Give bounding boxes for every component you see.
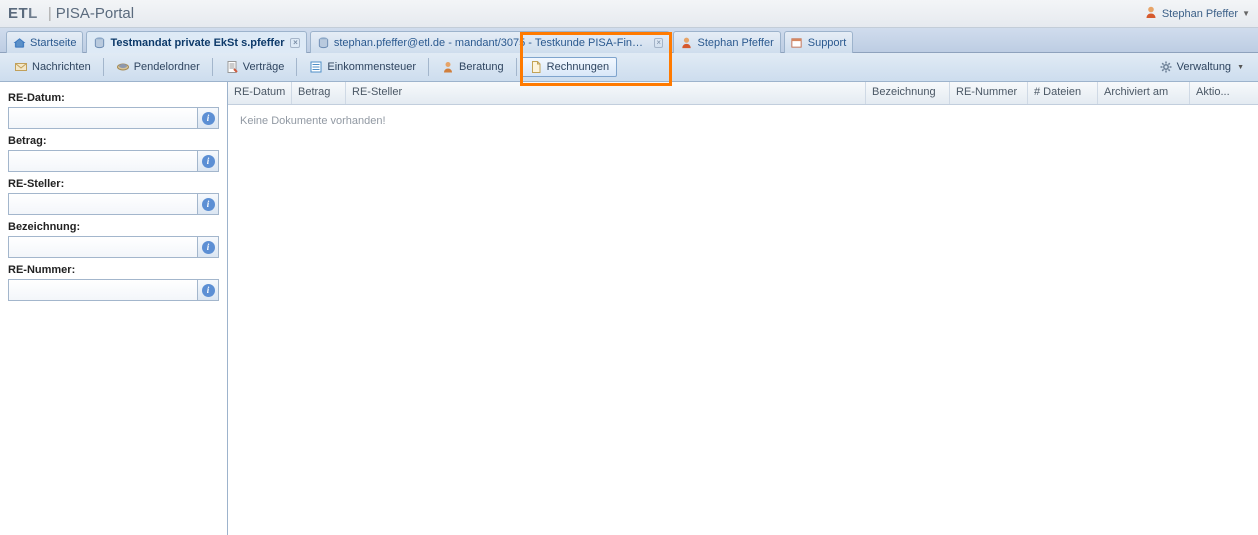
tab-label: Stephan Pfeffer [697, 37, 773, 49]
toolbar-separator [428, 58, 429, 76]
toolbar-rechnungen[interactable]: Rechnungen [521, 57, 617, 77]
content-area: RE-Datum Betrag RE-Steller Bezeichnung R… [228, 82, 1258, 535]
close-icon[interactable]: × [290, 38, 300, 48]
toolbar-verwaltung[interactable]: Verwaltung ▼ [1151, 57, 1252, 77]
info-button[interactable]: i [197, 150, 219, 172]
user-name: Stephan Pfeffer [1162, 8, 1238, 20]
info-icon: i [202, 112, 215, 125]
folder-icon [116, 60, 130, 74]
close-icon[interactable]: × [654, 38, 664, 48]
re-steller-input[interactable] [8, 193, 197, 215]
info-button[interactable]: i [197, 236, 219, 258]
toolbar-separator [212, 58, 213, 76]
user-icon [1144, 5, 1158, 22]
toolbar-pendelordner[interactable]: Pendelordner [108, 57, 208, 77]
toolbar-separator [296, 58, 297, 76]
field-label-bezeichnung: Bezeichnung: [8, 221, 219, 233]
chevron-down-icon: ▼ [1237, 64, 1244, 71]
tab-label: Support [808, 37, 847, 49]
col-betrag[interactable]: Betrag [292, 82, 346, 104]
info-icon: i [202, 284, 215, 297]
col-bezeichnung[interactable]: Bezeichnung [866, 82, 950, 104]
toolbar-separator [516, 58, 517, 76]
info-button[interactable]: i [197, 107, 219, 129]
header: ETL | PISA-Portal Stephan Pfeffer ▼ [0, 0, 1258, 28]
logo-prefix: ET [8, 5, 28, 22]
toolbar: Nachrichten Pendelordner Verträge Einkom… [0, 53, 1258, 82]
file-icon [529, 60, 543, 74]
list-icon [309, 60, 323, 74]
tab-startseite[interactable]: Startseite [6, 31, 83, 53]
info-button[interactable]: i [197, 193, 219, 215]
field-label-re-nummer: RE-Nummer: [8, 264, 219, 276]
tab-support[interactable]: Support [784, 31, 854, 53]
tab-user[interactable]: Stephan Pfeffer [673, 31, 780, 53]
col-re-datum[interactable]: RE-Datum [228, 82, 292, 104]
gear-icon [1159, 60, 1173, 74]
database-icon [92, 36, 106, 50]
col-re-steller[interactable]: RE-Steller [346, 82, 866, 104]
document-icon [225, 60, 239, 74]
field-label-re-steller: RE-Steller: [8, 178, 219, 190]
tab-testmandat[interactable]: Testmandat private EkSt s.pfeffer × [86, 31, 307, 53]
info-icon: i [202, 155, 215, 168]
info-icon: i [202, 241, 215, 254]
home-icon [12, 36, 26, 50]
info-button[interactable]: i [197, 279, 219, 301]
col-dateien[interactable]: # Dateien [1028, 82, 1098, 104]
mail-icon [14, 60, 28, 74]
re-datum-input[interactable] [8, 107, 197, 129]
user-menu[interactable]: Stephan Pfeffer ▼ [1144, 5, 1250, 22]
grid-header: RE-Datum Betrag RE-Steller Bezeichnung R… [228, 82, 1258, 105]
col-archiviert[interactable]: Archiviert am [1098, 82, 1190, 104]
person-icon [441, 60, 455, 74]
toolbar-einkommensteuer[interactable]: Einkommensteuer [301, 57, 424, 77]
tab-mandant[interactable]: stephan.pfeffer@etl.de - mandant/3075 - … [310, 31, 670, 53]
tab-label: Testmandat private EkSt s.pfeffer [110, 37, 284, 49]
field-label-betrag: Betrag: [8, 135, 219, 147]
calendar-icon [790, 36, 804, 50]
toolbar-label: Rechnungen [547, 61, 609, 73]
toolbar-label: Nachrichten [32, 61, 91, 73]
betrag-input[interactable] [8, 150, 197, 172]
tab-label: Startseite [30, 37, 76, 49]
main: RE-Datum: i Betrag: i RE-Steller: i Beze… [0, 82, 1258, 535]
toolbar-label: Einkommensteuer [327, 61, 416, 73]
logo-separator: | [48, 5, 52, 22]
tab-bar: Startseite Testmandat private EkSt s.pfe… [0, 28, 1258, 53]
field-label-re-datum: RE-Datum: [8, 92, 219, 104]
database-icon [316, 36, 329, 50]
logo-suffix: L [28, 5, 38, 22]
toolbar-vertraege[interactable]: Verträge [217, 57, 293, 77]
portal-title: PISA-Portal [56, 5, 134, 22]
toolbar-label: Verwaltung [1177, 61, 1231, 73]
toolbar-label: Beratung [459, 61, 504, 73]
user-icon [679, 36, 693, 50]
toolbar-nachrichten[interactable]: Nachrichten [6, 57, 99, 77]
app-logo: ETL [8, 5, 38, 22]
toolbar-label: Pendelordner [134, 61, 200, 73]
re-nummer-input[interactable] [8, 279, 197, 301]
tab-label: stephan.pfeffer@etl.de - mandant/3075 - … [334, 37, 648, 49]
info-icon: i [202, 198, 215, 211]
chevron-down-icon: ▼ [1242, 9, 1250, 18]
toolbar-separator [103, 58, 104, 76]
col-aktionen[interactable]: Aktio... [1190, 82, 1246, 104]
toolbar-label: Verträge [243, 61, 285, 73]
filter-sidebar: RE-Datum: i Betrag: i RE-Steller: i Beze… [0, 82, 228, 535]
toolbar-beratung[interactable]: Beratung [433, 57, 512, 77]
grid-empty-message: Keine Dokumente vorhanden! [228, 105, 1258, 137]
bezeichnung-input[interactable] [8, 236, 197, 258]
col-re-nummer[interactable]: RE-Nummer [950, 82, 1028, 104]
